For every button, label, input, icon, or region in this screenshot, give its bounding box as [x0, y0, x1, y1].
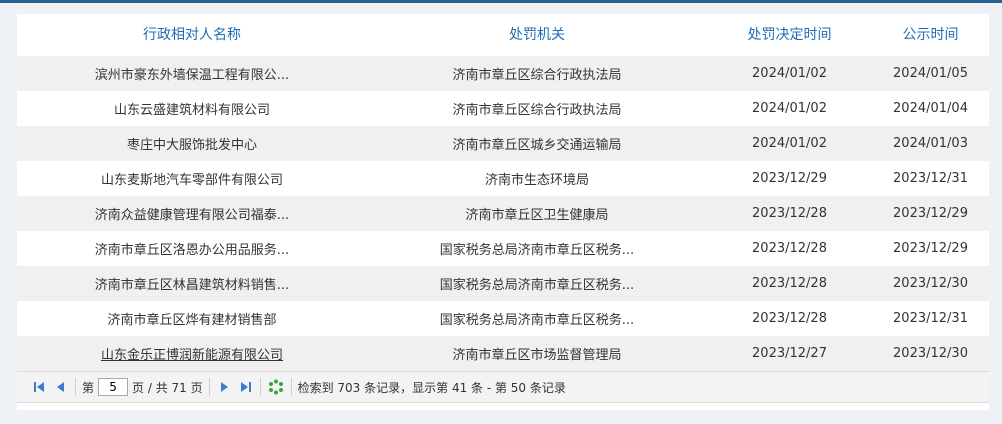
decision-date-cell: 2023/12/28: [752, 276, 827, 291]
page-total-label: 页 / 共 71 页: [132, 380, 203, 395]
authority-cell: 济南市章丘区市场监督管理局: [452, 348, 622, 363]
next-page-icon[interactable]: [216, 379, 232, 395]
pagination-bar: 第 页 / 共 71 页 检索到 703 条记录，显示第 41 条 - 第 50…: [17, 371, 989, 403]
top-accent-line: [0, 0, 1002, 3]
authority-cell: 国家税务总局济南市章丘区税务...: [439, 313, 635, 328]
table-row[interactable]: 济南众益健康管理有限公司福泰... 济南市章丘区卫生健康局 2023/12/28…: [17, 196, 989, 231]
decision-date-cell: 2023/12/29: [752, 171, 827, 186]
authority-cell: 济南市章丘区综合行政执法局: [452, 103, 622, 118]
publish-date-cell: 2023/12/31: [893, 311, 968, 326]
publish-date-cell: 2023/12/29: [893, 241, 968, 256]
table-row[interactable]: 山东金乐正博润新能源有限公司 济南市章丘区市场监督管理局 2023/12/27 …: [17, 336, 989, 371]
decision-date-cell: 2023/12/28: [752, 206, 827, 221]
authority-cell: 济南市章丘区城乡交通运输局: [452, 138, 622, 153]
party-name-cell[interactable]: 山东云盛建筑材料有限公司: [17, 99, 367, 118]
decision-date-cell: 2023/12/28: [752, 311, 827, 326]
table-row[interactable]: 济南市章丘区烨有建材销售部 国家税务总局济南市章丘区税务... 2023/12/…: [17, 301, 989, 336]
authority-cell: 济南市章丘区卫生健康局: [465, 208, 609, 223]
party-name-cell[interactable]: 滨州市豪东外墙保温工程有限公...: [17, 64, 367, 83]
pager-divider: [75, 378, 76, 396]
party-name-cell[interactable]: 枣庄中大服饰批发中心: [17, 134, 367, 153]
header-authority: 处罚机关: [509, 27, 565, 43]
header-publish-date: 公示时间: [902, 27, 959, 43]
header-party-name: 行政相对人名称: [143, 27, 241, 43]
page-number-input[interactable]: [98, 378, 129, 396]
pager-divider: [290, 378, 292, 396]
first-page-icon[interactable]: [31, 379, 47, 395]
publish-date-cell: 2023/12/30: [893, 346, 968, 361]
table-row[interactable]: 山东云盛建筑材料有限公司 济南市章丘区综合行政执法局 2024/01/02 20…: [17, 91, 989, 126]
publish-date-cell: 2023/12/29: [893, 206, 968, 221]
table-header: 行政相对人名称 处罚机关 处罚决定时间 公示时间: [17, 14, 989, 54]
decision-date-cell: 2024/01/02: [752, 101, 827, 116]
pager-divider: [259, 378, 261, 396]
party-name-link[interactable]: 山东金乐正博润新能源有限公司: [101, 348, 283, 363]
party-name-cell[interactable]: 山东麦斯地汽车零部件有限公司: [17, 169, 367, 188]
decision-date-cell: 2023/12/27: [752, 346, 827, 361]
pager-divider: [208, 378, 210, 396]
record-summary: 检索到 703 条记录，显示第 41 条 - 第 50 条记录: [297, 380, 566, 395]
table-row[interactable]: 滨州市豪东外墙保温工程有限公... 济南市章丘区综合行政执法局 2024/01/…: [17, 56, 989, 91]
decision-date-cell: 2023/12/28: [752, 241, 827, 256]
header-decision-date: 处罚决定时间: [747, 27, 832, 43]
decision-date-cell: 2024/01/02: [752, 66, 827, 81]
publish-date-cell: 2024/01/04: [893, 101, 968, 116]
last-page-icon[interactable]: [238, 379, 254, 395]
refresh-icon[interactable]: [267, 378, 285, 396]
page-prefix-label: 第: [82, 380, 95, 395]
decision-date-cell: 2024/01/02: [752, 136, 827, 151]
publish-date-cell: 2023/12/31: [893, 171, 968, 186]
party-name-cell[interactable]: 济南众益健康管理有限公司福泰...: [17, 204, 367, 223]
authority-cell: 济南市生态环境局: [484, 173, 589, 188]
authority-cell: 国家税务总局济南市章丘区税务...: [439, 278, 635, 293]
authority-cell: 济南市章丘区综合行政执法局: [452, 68, 622, 83]
table-row[interactable]: 枣庄中大服饰批发中心 济南市章丘区城乡交通运输局 2024/01/02 2024…: [17, 126, 989, 161]
authority-cell: 国家税务总局济南市章丘区税务...: [439, 243, 635, 258]
table-row[interactable]: 山东麦斯地汽车零部件有限公司 济南市生态环境局 2023/12/29 2023/…: [17, 161, 989, 196]
party-name-cell[interactable]: 济南市章丘区洛恩办公用品服务...: [17, 239, 367, 258]
table-row[interactable]: 济南市章丘区林昌建筑材料销售... 国家税务总局济南市章丘区税务... 2023…: [17, 266, 989, 301]
prev-page-icon[interactable]: [53, 379, 69, 395]
party-name-cell[interactable]: 济南市章丘区林昌建筑材料销售...: [17, 274, 367, 293]
party-name-cell[interactable]: 济南市章丘区烨有建材销售部: [17, 309, 367, 328]
penalty-table-panel: 行政相对人名称 处罚机关 处罚决定时间 公示时间 滨州市豪东外墙保温工程有限公.…: [17, 14, 989, 410]
publish-date-cell: 2023/12/30: [893, 276, 968, 291]
table-row[interactable]: 济南市章丘区洛恩办公用品服务... 国家税务总局济南市章丘区税务... 2023…: [17, 231, 989, 266]
publish-date-cell: 2024/01/03: [893, 136, 968, 151]
publish-date-cell: 2024/01/05: [893, 66, 968, 81]
table-body: 滨州市豪东外墙保温工程有限公... 济南市章丘区综合行政执法局 2024/01/…: [17, 56, 989, 371]
